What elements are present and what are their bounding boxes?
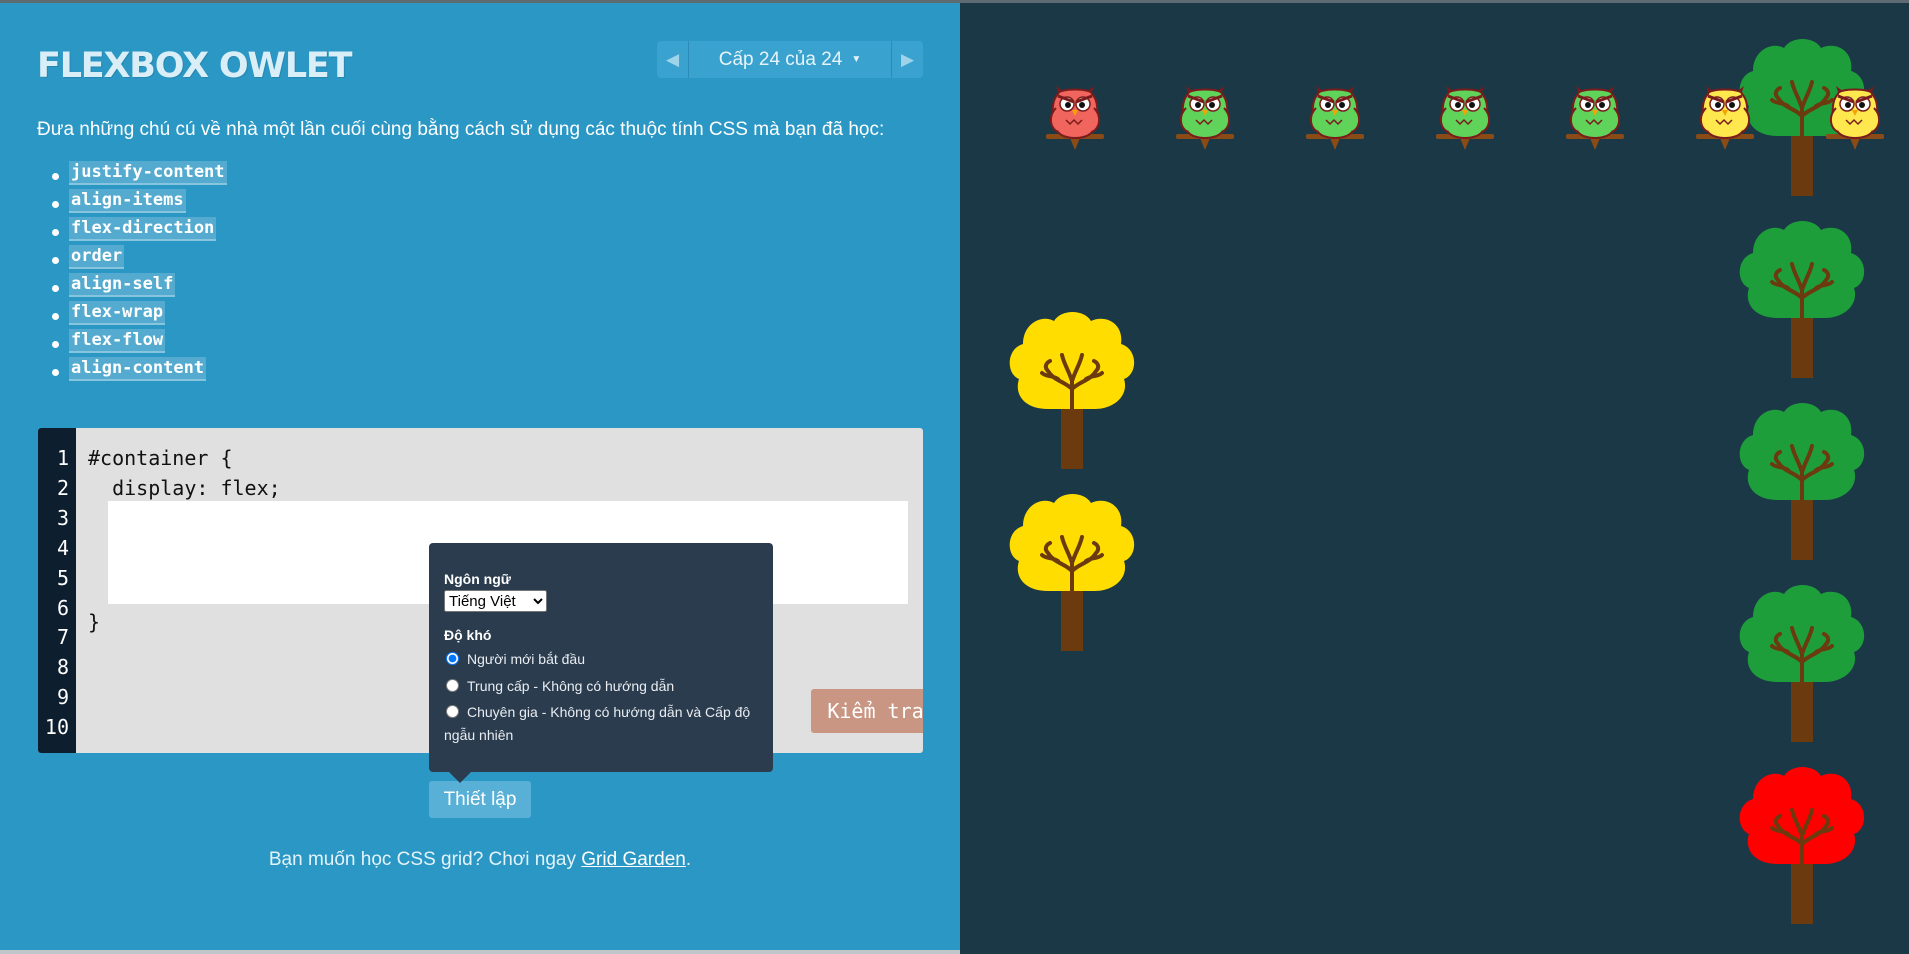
list-item: align-content [52, 357, 227, 386]
grid-garden-link[interactable]: Grid Garden [581, 849, 686, 870]
instructions: Đưa những chú cú về nhà một lần cuối cùn… [37, 119, 885, 140]
top-border [0, 0, 1909, 3]
previous-level-button[interactable]: ◀ [657, 41, 689, 78]
line-number: 5 [56, 566, 69, 590]
code-line-closing: } [88, 610, 101, 634]
property-code: flex-direction [69, 217, 217, 241]
tree [1006, 309, 1136, 469]
next-level-button[interactable]: ▶ [891, 41, 923, 78]
owl [1174, 78, 1236, 150]
difficulty-intermediate-option[interactable]: Trung cấp - Không có hướng dẫn [446, 675, 674, 698]
list-item: justify-content [52, 161, 227, 190]
line-number: 6 [56, 596, 69, 620]
list-item: align-items [52, 189, 227, 218]
list-item: flex-flow [52, 329, 227, 358]
caret-down-icon: ▼ [851, 54, 862, 65]
line-number: 9 [56, 685, 69, 709]
settings-popup: Ngôn ngữ Tiếng Việt Độ khó Người mới bắt… [429, 543, 773, 783]
tree [1736, 582, 1866, 742]
difficulty-expert-option[interactable]: Chuyên gia - Không có hướng dẫn và Cấp đ… [444, 701, 754, 747]
difficulty-beginner-option[interactable]: Người mới bắt đầu [446, 648, 585, 671]
level-indicator: Cấp 24 của 24 [718, 48, 843, 70]
language-select[interactable]: Tiếng Việt [444, 590, 547, 612]
code-line-selector: #container { [88, 446, 233, 470]
difficulty-expert-radio[interactable] [446, 705, 459, 718]
arrow-left-icon: ◀ [665, 49, 680, 69]
difficulty-beginner-radio[interactable] [446, 652, 459, 665]
bottom-border [0, 950, 960, 954]
tree [1736, 400, 1866, 560]
line-number: 8 [56, 655, 69, 679]
tree [1006, 491, 1136, 651]
game-title: FLEXBOX OWLET [37, 46, 353, 86]
level-panel: FLEXBOX OWLET ◀ Cấp 24 của 24 ▼ ▶ Đưa nh… [0, 0, 960, 954]
language-label: Ngôn ngữ [444, 571, 511, 587]
line-number: 3 [56, 506, 69, 530]
property-code: align-items [69, 189, 186, 213]
line-number: 4 [56, 536, 69, 560]
tree [1736, 218, 1866, 378]
property-code: order [69, 245, 125, 269]
line-number: 2 [56, 476, 69, 500]
list-item: order [52, 245, 227, 274]
option-label: Người mới bắt đầu [467, 651, 586, 667]
owl [1304, 78, 1366, 150]
line-number-gutter: 1 2 3 4 5 6 7 8 9 10 [38, 428, 76, 753]
list-item: flex-wrap [52, 301, 227, 330]
property-code: flex-wrap [69, 301, 166, 325]
property-code: align-self [69, 273, 176, 297]
option-label: Trung cấp - Không có hướng dẫn [467, 678, 675, 694]
tree [1736, 764, 1866, 924]
footer-end: . [685, 849, 692, 870]
level-dropdown[interactable]: Cấp 24 của 24 ▼ [689, 41, 891, 78]
option-label: Chuyên gia - Không có hướng dẫn và Cấp đ… [444, 704, 751, 743]
line-number: 1 [56, 446, 69, 470]
level-navigator: ◀ Cấp 24 của 24 ▼ ▶ [657, 41, 923, 78]
css-property-list: justify-content align-items flex-directi… [52, 161, 227, 386]
footer: Bạn muốn học CSS grid? Chơi ngay Grid Ga… [0, 849, 960, 871]
difficulty-label: Độ khó [444, 627, 492, 643]
line-number: 7 [56, 625, 69, 649]
difficulty-intermediate-radio[interactable] [446, 679, 459, 692]
property-code: justify-content [69, 161, 227, 185]
owl [1694, 78, 1756, 150]
owl [1434, 78, 1496, 150]
property-code: align-content [69, 357, 207, 381]
owl [1044, 78, 1106, 150]
owl [1824, 78, 1886, 150]
property-code: flex-flow [69, 329, 166, 353]
list-item: flex-direction [52, 217, 227, 246]
arrow-right-icon: ▶ [900, 49, 915, 69]
list-item: align-self [52, 273, 227, 302]
line-number: 10 [44, 715, 69, 739]
owl [1564, 78, 1626, 150]
code-line-display: display: flex; [88, 476, 281, 500]
game-board [960, 3, 1909, 954]
check-button[interactable]: Kiểm tra [811, 689, 923, 733]
settings-button[interactable]: Thiết lập [429, 781, 531, 818]
footer-text: Bạn muốn học CSS grid? Chơi ngay [268, 849, 582, 870]
